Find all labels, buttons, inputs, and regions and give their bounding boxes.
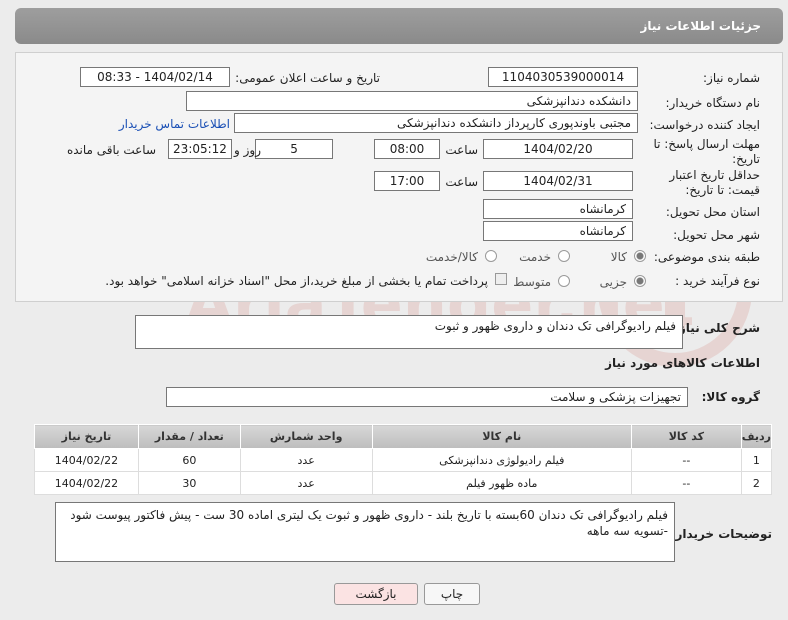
- remaining-time-label: ساعت باقی مانده: [66, 143, 156, 157]
- cell-goods-code: --: [631, 448, 742, 472]
- description-label: شرح کلی نیاز:: [674, 321, 760, 335]
- buyer-notes-label: توضیحات خریدار:: [670, 527, 772, 541]
- cell-goods-code: --: [631, 471, 742, 495]
- col-header-goods-code: کد کالا: [631, 424, 742, 449]
- response-date-field: 1404/02/20: [483, 139, 633, 159]
- delivery-city-label: شهر محل تحویل:: [673, 228, 760, 242]
- price-validity-time-field: 17:00: [374, 171, 440, 191]
- cell-unit: عدد: [239, 448, 373, 472]
- buyer-notes-textarea[interactable]: فیلم رادیوگرافی تک دندان 60بسته با تاریخ…: [55, 502, 675, 562]
- category-goods-label: کالا: [610, 250, 627, 264]
- goods-group-label: گروه کالا:: [701, 390, 760, 404]
- price-validity-time-label: ساعت: [445, 175, 478, 189]
- col-header-quantity: تعداد / مقدار: [137, 424, 241, 449]
- goods-table-header-row: ردیف کد کالا نام کالا واحد شمارش تعداد /…: [34, 424, 773, 449]
- price-validity-label: حداقل تاریخ اعتبار قیمت: تا تاریخ:: [669, 168, 760, 197]
- delivery-city-field: کرمانشاه: [483, 221, 633, 241]
- category-both-label: کالا/خدمت: [425, 250, 478, 264]
- response-time-field: 08:00: [374, 139, 440, 159]
- category-service-radio[interactable]: [558, 250, 570, 262]
- print-button[interactable]: چاپ: [424, 583, 480, 605]
- goods-table: ردیف کد کالا نام کالا واحد شمارش تعداد /…: [34, 424, 773, 495]
- requester-label: ایجاد کننده درخواست:: [649, 118, 760, 132]
- category-label: طبقه بندی موضوعی:: [653, 250, 760, 264]
- requester-field: مجتبی باوندپوری کارپرداز دانشکده دندانپز…: [234, 113, 638, 133]
- response-time-label: ساعت: [445, 143, 478, 157]
- buyer-org-field: دانشکده دندانپزشکی: [186, 91, 638, 111]
- goods-table-container: ردیف کد کالا نام کالا واحد شمارش تعداد /…: [34, 424, 773, 495]
- page-header: جزئیات اطلاعات نیاز: [15, 8, 783, 44]
- treasury-payment-checkbox[interactable]: [495, 273, 507, 285]
- cell-goods-name: ماده ظهور فیلم: [371, 471, 633, 495]
- purchase-minor-radio[interactable]: [634, 275, 646, 287]
- page-title: جزئیات اطلاعات نیاز: [640, 19, 761, 33]
- cell-goods-name: فیلم رادیولوژی دندانپزشکی: [371, 448, 633, 472]
- cell-quantity: 60: [137, 448, 241, 472]
- announce-datetime-label: تاریخ و ساعت اعلان عمومی:: [235, 71, 380, 85]
- goods-section-title: اطلاعات کالاهای مورد نیاز: [605, 356, 760, 370]
- need-number-field: 1104030539000014: [488, 67, 638, 87]
- back-button[interactable]: بازگشت: [334, 583, 418, 605]
- category-both-radio[interactable]: [485, 250, 497, 262]
- purchase-medium-label: متوسط: [513, 275, 551, 289]
- category-service-label: خدمت: [519, 250, 551, 264]
- cell-row-number: 1: [740, 448, 773, 472]
- cell-need-date: 1404/02/22: [34, 471, 139, 495]
- col-header-unit: واحد شمارش: [239, 424, 373, 449]
- purchase-minor-label: جزیی: [599, 275, 627, 289]
- table-row: 1 -- فیلم رادیولوژی دندانپزشکی عدد 60 14…: [34, 448, 773, 472]
- response-deadline-label: مهلت ارسال پاسخ: تا تاریخ:: [653, 137, 760, 166]
- delivery-province-label: استان محل تحویل:: [665, 205, 760, 219]
- response-days-label: روز و: [234, 143, 261, 157]
- purchase-type-label: نوع فرآیند خرید :: [675, 274, 760, 288]
- delivery-province-field: کرمانشاه: [483, 199, 633, 219]
- cell-need-date: 1404/02/22: [34, 448, 139, 472]
- goods-group-field: تجهیزات پزشکی و سلامت: [166, 387, 688, 407]
- cell-unit: عدد: [239, 471, 373, 495]
- description-textarea[interactable]: فیلم رادیوگرافی تک دندان و داروی ظهور و …: [135, 315, 683, 349]
- response-days-field: 5: [255, 139, 333, 159]
- col-header-goods-name: نام کالا: [371, 424, 633, 449]
- treasury-payment-note: پرداخت تمام یا بخشی از مبلغ خرید،از محل …: [105, 274, 488, 288]
- need-number-label: شماره نیاز:: [703, 71, 760, 85]
- cell-row-number: 2: [740, 471, 773, 495]
- remaining-time-field: 23:05:12: [168, 139, 232, 159]
- cell-quantity: 30: [137, 471, 241, 495]
- price-validity-date-field: 1404/02/31: [483, 171, 633, 191]
- col-header-need-date: تاریخ نیاز: [34, 424, 139, 449]
- buyer-org-label: نام دستگاه خریدار:: [665, 96, 761, 110]
- announce-datetime-field: 1404/02/14 - 08:33: [80, 67, 230, 87]
- purchase-medium-radio[interactable]: [558, 275, 570, 287]
- category-goods-radio[interactable]: [634, 250, 646, 262]
- col-header-row-number: ردیف: [740, 424, 773, 449]
- table-row: 2 -- ماده ظهور فیلم عدد 30 1404/02/22: [34, 471, 773, 495]
- buyer-contact-link[interactable]: اطلاعات تماس خریدار: [119, 117, 230, 131]
